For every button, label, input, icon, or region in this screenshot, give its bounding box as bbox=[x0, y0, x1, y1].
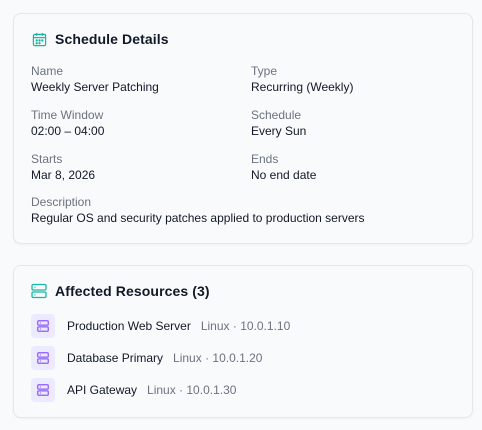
field-ends-value: No end date bbox=[251, 168, 317, 182]
resource-item[interactable]: Database Primary Linux · 10.0.1.20 bbox=[31, 346, 461, 370]
field-schedule-value: Every Sun bbox=[251, 124, 307, 138]
field-name: Name Weekly Server Patching bbox=[31, 64, 241, 94]
server-icon bbox=[31, 378, 55, 402]
field-type-value: Recurring (Weekly) bbox=[251, 80, 354, 94]
schedule-details-card: Schedule Details Name Weekly Server Patc… bbox=[13, 13, 473, 244]
field-description-value: Regular OS and security patches applied … bbox=[31, 211, 365, 225]
schedule-details-header: Schedule Details bbox=[31, 31, 169, 47]
affected-resources-title: Affected Resources (3) bbox=[55, 283, 210, 299]
field-starts-label: Starts bbox=[31, 152, 63, 166]
server-icon bbox=[31, 314, 55, 338]
resource-name: Database Primary bbox=[67, 351, 164, 365]
field-name-label: Name bbox=[31, 64, 64, 78]
affected-resources-header: Affected Resources (3) bbox=[31, 283, 210, 299]
server-icon bbox=[31, 283, 47, 299]
field-time-window: Time Window 02:00 – 04:00 bbox=[31, 108, 241, 138]
affected-resources-card: Affected Resources (3) Production Web Se… bbox=[13, 265, 473, 418]
field-name-value: Weekly Server Patching bbox=[31, 80, 159, 94]
resource-item[interactable]: Production Web Server Linux · 10.0.1.10 bbox=[31, 314, 461, 338]
field-type: Type Recurring (Weekly) bbox=[251, 64, 461, 94]
resource-meta: Linux · 10.0.1.30 bbox=[147, 383, 237, 397]
server-icon bbox=[31, 346, 55, 370]
resource-meta: Linux · 10.0.1.10 bbox=[200, 319, 291, 333]
field-description: Description Regular OS and security patc… bbox=[31, 195, 461, 225]
field-ends: Ends No end date bbox=[251, 152, 461, 182]
field-time-window-value: 02:00 – 04:00 bbox=[31, 124, 105, 138]
field-ends-label: Ends bbox=[251, 152, 279, 166]
field-starts: Starts Mar 8, 2026 bbox=[31, 152, 241, 182]
resource-name: API Gateway bbox=[67, 383, 138, 397]
field-description-label: Description bbox=[31, 195, 92, 209]
resource-item[interactable]: API Gateway Linux · 10.0.1.30 bbox=[31, 378, 461, 402]
field-starts-value: Mar 8, 2026 bbox=[31, 168, 96, 182]
resource-meta: Linux · 10.0.1.20 bbox=[173, 351, 263, 365]
field-schedule-label: Schedule bbox=[251, 108, 302, 122]
schedule-details-title: Schedule Details bbox=[55, 31, 169, 47]
resource-name: Production Web Server bbox=[67, 319, 191, 333]
field-time-window-label: Time Window bbox=[31, 108, 104, 122]
field-type-label: Type bbox=[251, 64, 278, 78]
calendar-icon bbox=[31, 31, 47, 47]
field-schedule: Schedule Every Sun bbox=[251, 108, 461, 138]
